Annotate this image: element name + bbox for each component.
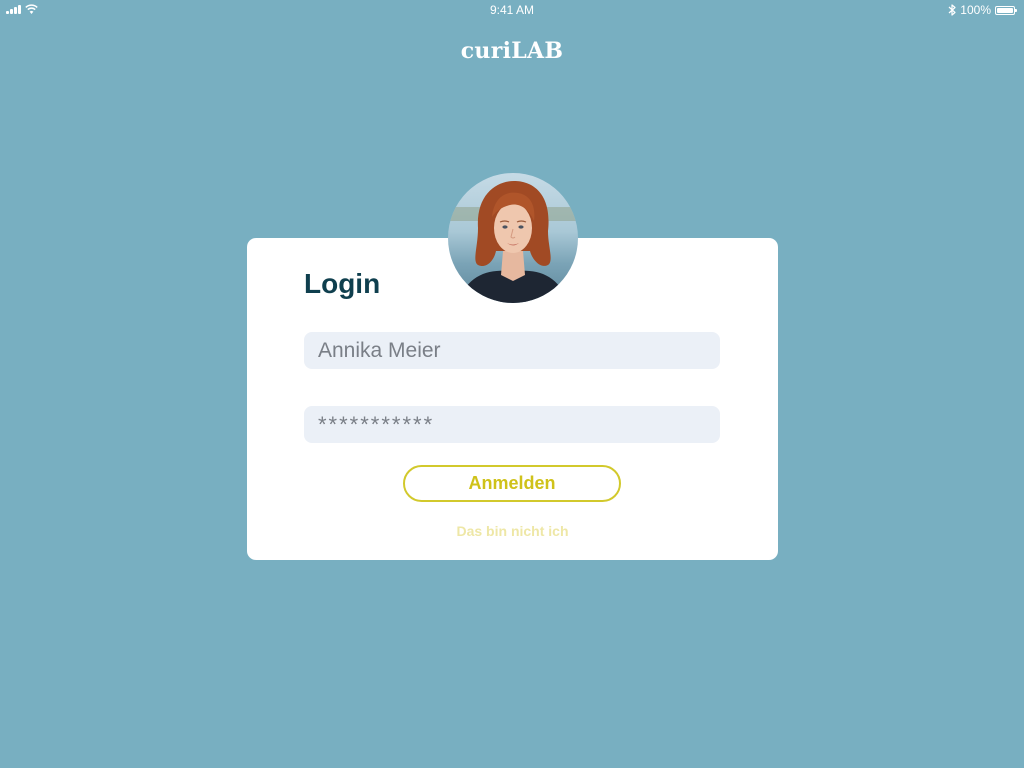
status-time: 9:41 AM [489, 3, 535, 17]
avatar [448, 173, 578, 303]
password-field[interactable] [304, 406, 720, 443]
status-right-group: 100% [948, 3, 1018, 17]
avatar-photo [448, 173, 578, 303]
battery-icon [995, 5, 1017, 15]
battery-tip [1015, 8, 1017, 12]
not-me-link[interactable]: Das bin nicht ich [247, 523, 778, 539]
username-field[interactable] [304, 332, 720, 369]
battery-percentage: 100% [960, 3, 991, 17]
login-heading: Login [304, 268, 381, 299]
login-button[interactable]: Anmelden [403, 465, 621, 502]
bluetooth-icon [948, 4, 956, 16]
status-bar: 9:41 AM 100% [0, 0, 1024, 20]
app-title: curiLAB [460, 38, 564, 64]
battery-level [997, 7, 1013, 13]
